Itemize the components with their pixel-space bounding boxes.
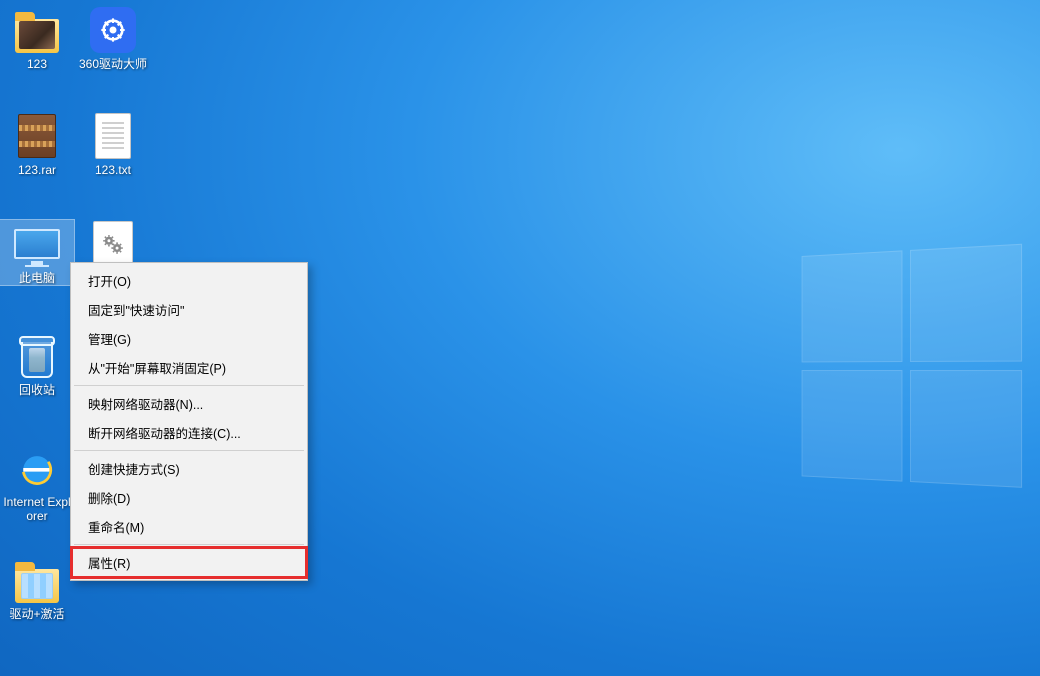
menu-separator: [74, 385, 304, 386]
windows-logo-background: [802, 243, 1031, 496]
icon-label: 回收站: [0, 383, 74, 397]
desktop-icon-recycle-bin[interactable]: 回收站: [0, 332, 74, 397]
icon-label: 123: [0, 57, 74, 71]
icon-label: 123.rar: [0, 163, 74, 177]
desktop-icon-123-txt[interactable]: 123.txt: [76, 112, 150, 177]
desktop-icon-drivers-folder[interactable]: 驱动+激活: [0, 556, 74, 621]
menu-item-disconnect[interactable]: 断开网络驱动器的连接(C)...: [72, 418, 306, 447]
desktop[interactable]: 123 360驱动大师 123.rar 123.txt 此电脑: [0, 0, 1040, 676]
text-file-icon: [89, 112, 137, 160]
folder-icon: [13, 6, 61, 54]
icon-label: Internet Explorer: [0, 495, 74, 523]
menu-separator: [74, 544, 304, 545]
menu-item-pin-quick[interactable]: 固定到"快速访问": [72, 295, 306, 324]
menu-item-properties[interactable]: 属性(R): [72, 548, 306, 577]
icon-label: 123.txt: [76, 163, 150, 177]
desktop-icon-360-driver[interactable]: 360驱动大师: [76, 6, 150, 71]
gear-file-icon: [89, 220, 137, 268]
desktop-icon-folder-123[interactable]: 123: [0, 6, 74, 71]
menu-item-open[interactable]: 打开(O): [72, 266, 306, 295]
menu-separator: [74, 450, 304, 451]
menu-item-map-drive[interactable]: 映射网络驱动器(N)...: [72, 389, 306, 418]
desktop-icon-this-pc[interactable]: 此电脑: [0, 220, 74, 285]
archive-icon: [13, 112, 61, 160]
desktop-icon-123-rar[interactable]: 123.rar: [0, 112, 74, 177]
menu-item-delete[interactable]: 删除(D): [72, 483, 306, 512]
icon-label: 此电脑: [0, 271, 74, 285]
computer-icon: [13, 220, 61, 268]
desktop-icon-internet-explorer[interactable]: Internet Explorer: [0, 444, 74, 523]
menu-item-manage[interactable]: 管理(G): [72, 324, 306, 353]
folder-icon: [13, 556, 61, 604]
icon-label: 驱动+激活: [0, 607, 74, 621]
menu-item-rename[interactable]: 重命名(M): [72, 512, 306, 541]
app-icon: [89, 6, 137, 54]
icon-label: 360驱动大师: [76, 57, 150, 71]
recycle-bin-icon: [13, 332, 61, 380]
menu-item-shortcut[interactable]: 创建快捷方式(S): [72, 454, 306, 483]
menu-item-unpin-start[interactable]: 从"开始"屏幕取消固定(P): [72, 353, 306, 382]
ie-icon: [13, 444, 61, 492]
context-menu-this-pc: 打开(O) 固定到"快速访问" 管理(G) 从"开始"屏幕取消固定(P) 映射网…: [70, 262, 308, 581]
